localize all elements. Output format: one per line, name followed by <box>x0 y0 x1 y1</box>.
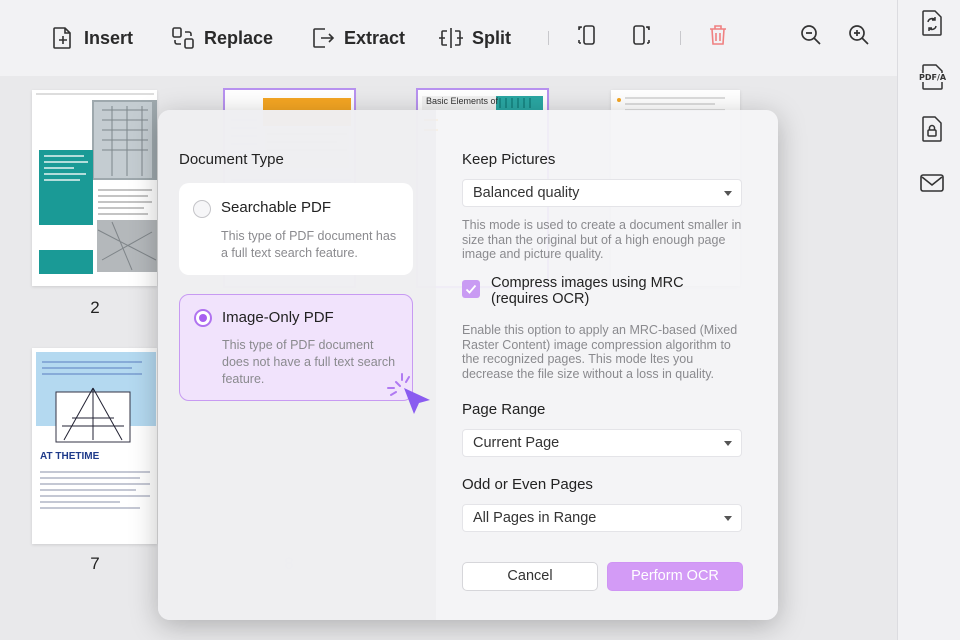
protect-button[interactable] <box>918 115 946 148</box>
image-only-pdf-radio[interactable] <box>194 309 212 327</box>
select-value: Balanced quality <box>473 185 580 201</box>
toolbar-divider <box>680 31 681 45</box>
replace-button[interactable]: Replace <box>170 22 273 54</box>
extract-label: Extract <box>344 27 406 48</box>
odd-even-select[interactable]: All Pages in Range <box>462 504 742 532</box>
compress-mrc-checkbox[interactable] <box>462 280 480 298</box>
insert-label: Insert <box>84 27 134 48</box>
replace-label: Replace <box>204 27 274 48</box>
ocr-dialog: Document Type Searchable PDF This type o… <box>158 110 778 620</box>
split-icon <box>438 25 464 51</box>
convert-button[interactable] <box>918 9 946 42</box>
zoom-in-icon <box>847 23 871 52</box>
option-title: Searchable PDF <box>221 199 332 216</box>
searchable-pdf-radio[interactable] <box>193 200 211 218</box>
rotate-right-icon <box>629 23 653 52</box>
convert-icon <box>920 9 944 42</box>
pdfa-icon: PDF/A <box>918 63 948 91</box>
insert-page-icon <box>50 25 76 51</box>
click-cursor-icon <box>382 368 432 418</box>
replace-icon <box>170 25 196 51</box>
keep-pictures-title: Keep Pictures <box>462 151 556 168</box>
page-heading-text: AT THETIME <box>40 451 100 462</box>
page-number: 2 <box>90 298 100 317</box>
pdfa-button[interactable]: PDF/A <box>918 62 948 92</box>
option-title: Image-Only PDF <box>222 309 334 326</box>
extract-icon <box>310 25 336 51</box>
page-heading-text: Basic Elements of <box>426 96 499 106</box>
trash-icon <box>707 23 729 52</box>
rotate-right-button[interactable] <box>627 23 655 51</box>
select-value: All Pages in Range <box>473 510 597 526</box>
split-label: Split <box>472 27 511 48</box>
delete-button[interactable] <box>704 23 732 51</box>
checkmark-icon <box>465 284 477 294</box>
zoom-out-icon <box>799 23 823 52</box>
compress-mrc-label: Compress images using MRC (requires OCR) <box>491 275 684 307</box>
lock-document-icon <box>920 115 944 148</box>
keep-pictures-help: This mode is used to create a document s… <box>462 218 742 261</box>
compress-mrc-help: Enable this option to apply an MRC-based… <box>462 323 738 381</box>
chevron-down-icon <box>724 516 732 521</box>
toolbar-divider <box>548 31 549 45</box>
option-description: This type of PDF document has a full tex… <box>221 229 397 260</box>
toolbar: Insert Replace Extract Split <box>0 0 897 76</box>
page-thumbnail-2[interactable] <box>32 90 157 286</box>
option-description: This type of PDF document does not have … <box>222 338 396 386</box>
keep-pictures-select[interactable]: Balanced quality <box>462 179 742 207</box>
rotate-left-button[interactable] <box>573 23 601 51</box>
image-only-pdf-option[interactable]: Image-Only PDF This type of PDF document… <box>179 294 413 401</box>
right-sidebar: PDF/A <box>897 0 960 640</box>
chevron-down-icon <box>724 441 732 446</box>
split-button[interactable]: Split <box>438 22 511 54</box>
pdfa-text: PDF/A <box>918 73 948 82</box>
page-thumbnail-7[interactable]: AT THETIME <box>32 348 157 544</box>
chevron-down-icon <box>724 191 732 196</box>
email-button[interactable] <box>918 170 946 200</box>
odd-even-title: Odd or Even Pages <box>462 476 593 493</box>
rotate-left-icon <box>575 23 599 52</box>
searchable-pdf-option[interactable]: Searchable PDF This type of PDF document… <box>179 183 413 275</box>
document-type-title: Document Type <box>179 151 284 168</box>
insert-button[interactable]: Insert <box>50 22 133 54</box>
select-value: Current Page <box>473 435 560 451</box>
extract-button[interactable]: Extract <box>310 22 405 54</box>
page-number: 7 <box>90 554 100 573</box>
zoom-in-button[interactable] <box>845 23 873 51</box>
zoom-out-button[interactable] <box>797 23 825 51</box>
perform-ocr-button[interactable]: Perform OCR <box>607 562 743 591</box>
page-range-select[interactable]: Current Page <box>462 429 742 457</box>
page-range-title: Page Range <box>462 401 546 418</box>
mail-icon <box>919 172 945 199</box>
cancel-button[interactable]: Cancel <box>462 562 598 591</box>
